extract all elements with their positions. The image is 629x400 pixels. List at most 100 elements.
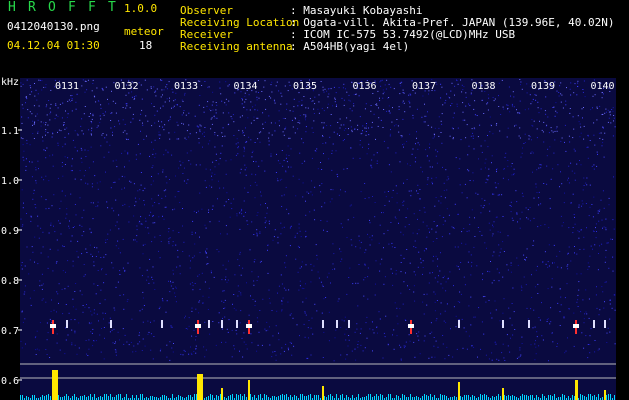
noise-speckle [100,145,102,147]
noise-speckle [444,310,446,312]
noise-speckle [491,155,493,157]
noise-speckle [471,265,472,267]
noise-speckle [521,336,523,338]
noise-speckle [433,337,435,338]
noise-speckle [209,221,211,223]
noise-speckle [223,290,225,292]
noise-speckle [284,118,286,119]
noise-speckle [56,333,58,335]
noise-speckle [326,125,328,126]
noise-speckle [519,137,521,139]
noise-speckle [215,344,217,346]
noise-speckle [40,252,42,254]
noise-speckle [534,359,536,361]
noise-speckle [570,82,572,84]
noise-speckle [92,202,94,204]
noise-speckle [126,139,128,140]
noise-speckle [72,306,74,308]
noise-speckle [406,141,408,142]
noise-speckle [498,194,500,196]
noise-speckle [89,323,91,325]
noise-speckle [429,333,431,335]
noise-speckle [305,126,307,128]
noise-speckle [214,134,216,136]
noise-speckle [271,356,273,358]
activity-bar [32,395,33,400]
noise-speckle [38,237,40,239]
noise-speckle [535,186,537,188]
noise-speckle [24,318,26,320]
noise-speckle [280,103,282,105]
activity-bar [196,394,197,400]
activity-bar [218,396,219,400]
noise-speckle [199,252,201,254]
noise-speckle [343,168,345,170]
noise-speckle [176,138,178,140]
noise-speckle [301,261,303,263]
noise-speckle [557,266,559,268]
noise-speckle [514,329,516,330]
noise-speckle [548,132,550,134]
noise-speckle [501,194,503,196]
noise-speckle [416,131,417,133]
noise-speckle [70,193,72,195]
noise-speckle [145,220,147,222]
noise-speckle [209,108,211,110]
noise-speckle [535,340,536,342]
noise-speckle [474,316,476,318]
noise-speckle [589,255,591,257]
noise-speckle [460,139,462,141]
noise-speckle [413,285,415,287]
noise-speckle [224,102,226,104]
noise-speckle [613,117,615,119]
noise-speckle [168,231,170,233]
noise-speckle [468,305,470,307]
noise-speckle [516,212,518,214]
noise-speckle [593,134,595,136]
noise-speckle [172,107,174,109]
noise-speckle [88,167,90,169]
noise-speckle [316,310,318,312]
noise-speckle [136,241,138,243]
noise-speckle [253,116,255,118]
time-tick-label: 0140 [590,81,614,92]
noise-speckle [214,146,216,148]
noise-speckle [490,261,491,262]
noise-speckle [478,158,479,160]
noise-speckle [39,79,41,81]
noise-speckle [281,309,283,311]
noise-speckle [111,207,113,209]
noise-speckle [574,179,576,181]
noise-speckle [463,276,465,278]
noise-speckle [467,169,469,171]
noise-speckle [175,175,176,177]
noise-speckle [567,268,569,270]
noise-speckle [294,235,296,237]
noise-speckle [71,158,73,160]
noise-speckle [318,112,320,114]
noise-speckle [484,199,486,201]
noise-speckle [151,167,153,169]
activity-bar [572,395,573,400]
noise-speckle [304,311,306,313]
noise-speckle [298,120,300,122]
noise-speckle [559,311,561,313]
noise-speckle [311,317,313,319]
noise-speckle [493,279,495,281]
noise-speckle [152,279,154,280]
noise-speckle [144,204,145,206]
noise-speckle [339,248,341,250]
noise-speckle [513,96,515,98]
noise-speckle [228,260,229,262]
activity-bar [242,396,243,400]
noise-speckle [614,343,616,345]
noise-speckle [426,236,428,238]
noise-speckle [413,341,415,343]
noise-speckle [285,154,287,156]
noise-speckle [281,301,283,302]
noise-speckle [495,216,497,218]
activity-bar [544,396,545,400]
noise-speckle [486,247,487,249]
noise-speckle [25,165,27,167]
noise-speckle [197,275,199,277]
